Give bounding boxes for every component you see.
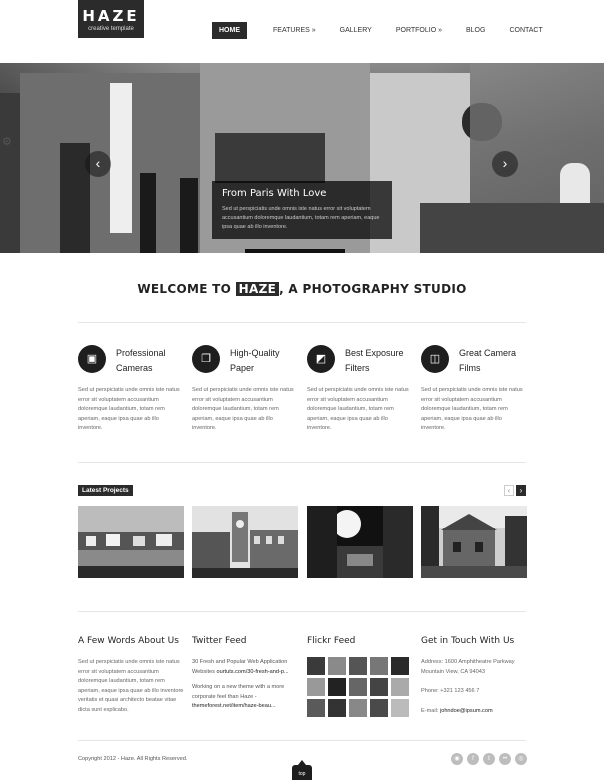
- contact-email-row: E-mail: johndoe@ipsum.com: [421, 707, 531, 717]
- contact-email-label: E-mail:: [421, 707, 440, 714]
- section-divider: [78, 611, 526, 612]
- flickr-thumb[interactable]: [328, 678, 346, 696]
- flickr-column: Flickr Feed: [307, 636, 417, 658]
- flickr-thumb[interactable]: [349, 678, 367, 696]
- main-nav: HOME FEATURES » GALLERY PORTFOLIO » BLOG…: [212, 22, 567, 39]
- tweet-item: Working on a new theme with a more corpo…: [192, 683, 302, 712]
- twitter-icon[interactable]: t: [483, 753, 495, 765]
- flickr-thumb[interactable]: [307, 678, 325, 696]
- flickr-thumb[interactable]: [307, 699, 325, 717]
- about-column: A Few Words About Us Sed ut perspiciatis…: [78, 636, 188, 715]
- slider-progress-bar: [245, 249, 345, 253]
- latest-projects-title: Latest Projects: [78, 485, 133, 496]
- flickr-thumb[interactable]: [370, 657, 388, 675]
- flickr-thumb[interactable]: [349, 699, 367, 717]
- flickr-icon[interactable]: ••: [499, 753, 511, 765]
- slider-prev-arrow-icon[interactable]: ‹: [85, 151, 111, 177]
- project-thumbnail[interactable]: [192, 506, 298, 578]
- contact-address-line2: Mountain View, CA 94043: [421, 668, 485, 675]
- nav-home[interactable]: HOME: [212, 22, 247, 39]
- logo-name: HAZE: [82, 7, 140, 25]
- flickr-thumb[interactable]: [391, 657, 409, 675]
- tweet-link[interactable]: ourtuts.com/30-fresh-and-p...: [216, 669, 288, 675]
- flickr-thumb[interactable]: [328, 699, 346, 717]
- project-photo-clock-tower: [192, 506, 298, 578]
- photo-paper-icon: ❐: [192, 345, 220, 373]
- contact-address-line1: Address: 1600 Amphitheatre Parkway: [421, 659, 515, 665]
- facebook-icon[interactable]: f: [467, 753, 479, 765]
- about-heading: A Few Words About Us: [78, 636, 179, 646]
- back-to-top-button[interactable]: top: [292, 760, 312, 780]
- twitter-heading: Twitter Feed: [192, 636, 247, 646]
- projects-prev-icon[interactable]: ‹: [504, 485, 514, 496]
- flickr-thumb[interactable]: [307, 657, 325, 675]
- project-thumbnail[interactable]: [78, 506, 184, 578]
- section-divider: [78, 462, 526, 463]
- film-roll-icon: ◫: [421, 345, 449, 373]
- filters-icon: ◩: [307, 345, 335, 373]
- flickr-heading: Flickr Feed: [307, 636, 356, 646]
- contact-column: Get in Touch With Us Address: 1600 Amphi…: [421, 636, 531, 716]
- project-photo-lakeside: [78, 506, 184, 578]
- slider-caption: From Paris With Love Sed ut perspiciatis…: [212, 181, 392, 239]
- tweet-text: Working on a new theme with a more corpo…: [192, 684, 285, 700]
- welcome-heading: WELCOME TO HAZE, A PHOTOGRAPHY STUDIO: [0, 282, 604, 296]
- feature-title[interactable]: Great Camera Films: [459, 346, 531, 376]
- flickr-thumb[interactable]: [391, 699, 409, 717]
- about-text: Sed ut perspiciatis unde omnis iste natu…: [78, 659, 184, 713]
- logo-tagline: creative template: [88, 26, 134, 32]
- feature-title[interactable]: Professional Cameras: [116, 346, 188, 376]
- project-photo-trees: [307, 506, 413, 578]
- contact-email-link[interactable]: johndoe@ipsum.com: [440, 708, 493, 714]
- dribbble-icon[interactable]: ◎: [515, 753, 527, 765]
- contact-phone: Phone: +321 123 456 7: [421, 688, 480, 694]
- project-photo-stone-house: [421, 506, 527, 578]
- feature-description: Sed ut perspiciatis unde omnis iste natu…: [78, 387, 180, 431]
- flickr-thumb[interactable]: [328, 657, 346, 675]
- slider-next-arrow-icon[interactable]: ›: [492, 151, 518, 177]
- copyright-text: Copyright 2012 - Haze. All Rights Reserv…: [78, 756, 188, 762]
- caption-title: From Paris With Love: [222, 188, 327, 199]
- project-thumbnail[interactable]: [307, 506, 413, 578]
- hero-slider: ⚙ ‹ › From Paris With Love Sed ut perspi…: [0, 63, 604, 253]
- contact-heading: Get in Touch With Us: [421, 636, 515, 646]
- section-divider: [78, 740, 526, 741]
- flickr-thumb[interactable]: [349, 657, 367, 675]
- project-thumbnail[interactable]: [421, 506, 527, 578]
- flickr-thumb[interactable]: [391, 678, 409, 696]
- nav-blog[interactable]: BLOG: [466, 22, 485, 39]
- twitter-column: Twitter Feed 30 Fresh and Popular Web Ap…: [192, 636, 302, 718]
- feature-description: Sed ut perspiciatis unde omnis iste natu…: [421, 387, 523, 431]
- welcome-text-after: , A PHOTOGRAPHY STUDIO: [279, 282, 467, 296]
- flickr-thumb[interactable]: [370, 699, 388, 717]
- social-links: ◉ f t •• ◎: [451, 753, 531, 765]
- camera-icon: ▣: [78, 345, 106, 373]
- welcome-highlight: HAZE: [235, 282, 280, 296]
- nav-features[interactable]: FEATURES »: [273, 22, 316, 39]
- welcome-text-before: WELCOME TO: [137, 282, 236, 296]
- tweet-item: 30 Fresh and Popular Web Application Web…: [192, 658, 302, 677]
- settings-gear-icon[interactable]: ⚙: [2, 135, 12, 148]
- feature-description: Sed ut perspiciatis unde omnis iste natu…: [192, 387, 294, 431]
- nav-gallery[interactable]: GALLERY: [340, 22, 372, 39]
- nav-contact[interactable]: CONTACT: [509, 22, 542, 39]
- section-divider: [78, 322, 526, 323]
- tweet-link[interactable]: themeforest.net/item/haze-beau...: [192, 703, 276, 709]
- caption-body: Sed ut perspiciatis unde omnis iste natu…: [222, 206, 380, 230]
- feature-description: Sed ut perspiciatis unde omnis iste natu…: [307, 387, 409, 431]
- flickr-thumb[interactable]: [370, 678, 388, 696]
- flickr-grid: [307, 657, 411, 717]
- nav-portfolio[interactable]: PORTFOLIO »: [396, 22, 442, 39]
- feature-title[interactable]: Best Exposure Filters: [345, 346, 417, 376]
- projects-next-icon[interactable]: ›: [516, 485, 526, 496]
- rss-icon[interactable]: ◉: [451, 753, 463, 765]
- feature-title[interactable]: High-Quality Paper: [230, 346, 302, 376]
- site-logo[interactable]: HAZE creative template: [78, 0, 144, 38]
